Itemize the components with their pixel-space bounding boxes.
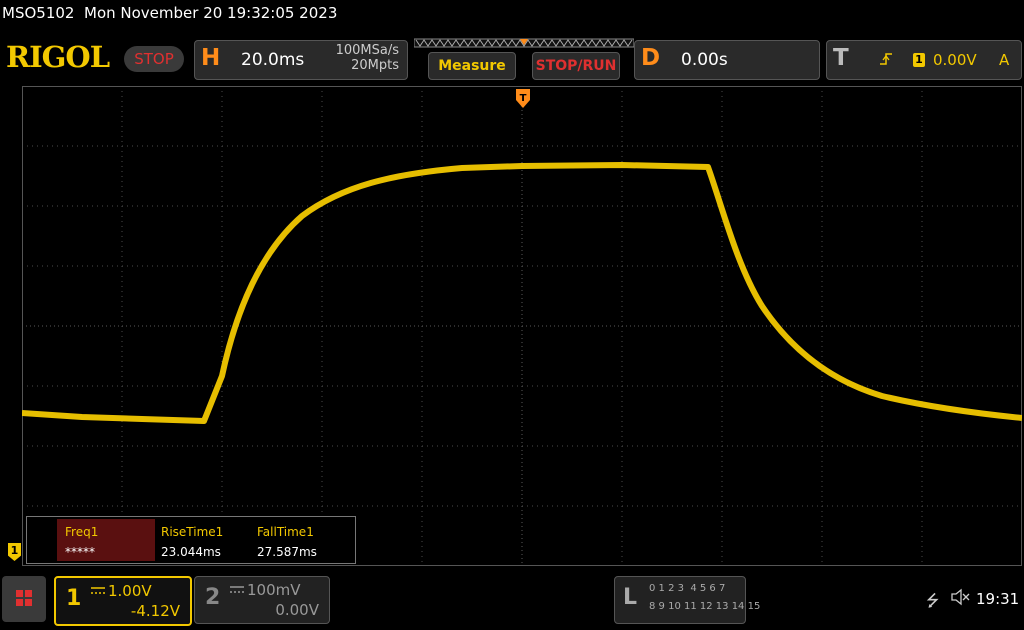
measurement-fall-value: 27.587ms <box>257 545 317 559</box>
measure-button[interactable]: Measure <box>428 52 516 80</box>
logic-letter: L <box>623 585 638 610</box>
channel-2-scale: 100mV <box>247 581 301 599</box>
usb-icon: ⭍ <box>926 591 940 610</box>
title-bar: MSO5102 Mon November 20 19:32:05 2023 <box>2 4 337 22</box>
svg-text:T: T <box>520 93 527 104</box>
memory-depth: 20Mpts <box>351 58 399 73</box>
trigger-level: 0.00V <box>933 51 977 69</box>
run-state-badge[interactable]: STOP <box>124 46 184 72</box>
logic-analyzer-panel[interactable]: L 0 1 2 3 4 5 6 7 8 9 10 11 12 13 14 15 <box>614 576 760 624</box>
menu-icon <box>16 590 32 606</box>
menu-button[interactable] <box>2 576 46 622</box>
trigger-position-marker[interactable]: T <box>515 88 531 110</box>
measurement-rise-value: 23.044ms <box>161 545 221 559</box>
horizontal-panel[interactable]: H 20.0ms 100MSa/s 20Mpts <box>194 40 408 80</box>
measurement-rise-name: RiseTime1 <box>161 525 224 539</box>
horizontal-scale: 20.0ms <box>241 50 305 70</box>
trigger-mode: A <box>999 51 1010 69</box>
horizontal-letter: H <box>201 45 221 71</box>
measurement-results-panel[interactable]: Freq1 ***** RiseTime1 23.044ms FallTime1… <box>26 516 356 564</box>
logic-channels-row-1: 0 1 2 3 4 5 6 7 <box>649 583 726 594</box>
trigger-panel[interactable]: T 1 0.00V A <box>826 40 1022 80</box>
dc-coupling-icon <box>230 586 244 593</box>
acquisition-info: 100MSa/s 20Mpts <box>315 43 399 73</box>
delay-value: 0.00s <box>681 50 728 70</box>
measurement-freq-cell[interactable]: Freq1 ***** <box>57 519 155 561</box>
measurement-freq-name: Freq1 <box>65 525 99 539</box>
channel-2-panel[interactable]: 2 100mV 0.00V <box>194 576 330 624</box>
datetime: Mon November 20 19:32:05 2023 <box>84 4 338 22</box>
channel-1-panel[interactable]: 1 1.00V -4.12V <box>54 576 192 626</box>
trigger-slope-rising-icon <box>879 51 893 71</box>
trigger-source-badge: 1 <box>913 53 925 67</box>
channel-2-offset: 0.00V <box>275 601 319 619</box>
model-name: MSO5102 <box>2 4 75 22</box>
speaker-mute-icon[interactable] <box>950 588 970 611</box>
dc-coupling-icon <box>91 587 105 594</box>
delay-panel[interactable]: D 0.00s <box>634 40 820 80</box>
status-clock: 19:31 <box>976 590 1020 608</box>
channel-1-offset: -4.12V <box>130 602 180 620</box>
delay-letter: D <box>641 45 661 71</box>
logic-channels-row-2: 8 9 10 11 12 13 14 15 <box>649 601 761 612</box>
memory-position-strip[interactable] <box>414 38 634 48</box>
brand-logo: RIGOL <box>6 40 110 74</box>
sample-rate: 100MSa/s <box>335 43 399 58</box>
stop-run-label: STOP/RUN <box>535 58 617 74</box>
measurement-freq-value: ***** <box>65 545 95 559</box>
channel-1-scale: 1.00V <box>108 582 152 600</box>
stop-run-button[interactable]: STOP/RUN <box>532 52 620 80</box>
channel-1-ground-marker[interactable]: 1 <box>8 543 21 561</box>
channel-2-number: 2 <box>205 585 221 610</box>
measurement-fall-name: FallTime1 <box>257 525 314 539</box>
waveform-display[interactable] <box>22 86 1022 566</box>
measure-label: Measure <box>438 58 506 74</box>
channel-1-number: 1 <box>66 586 82 611</box>
trigger-letter: T <box>833 45 849 71</box>
